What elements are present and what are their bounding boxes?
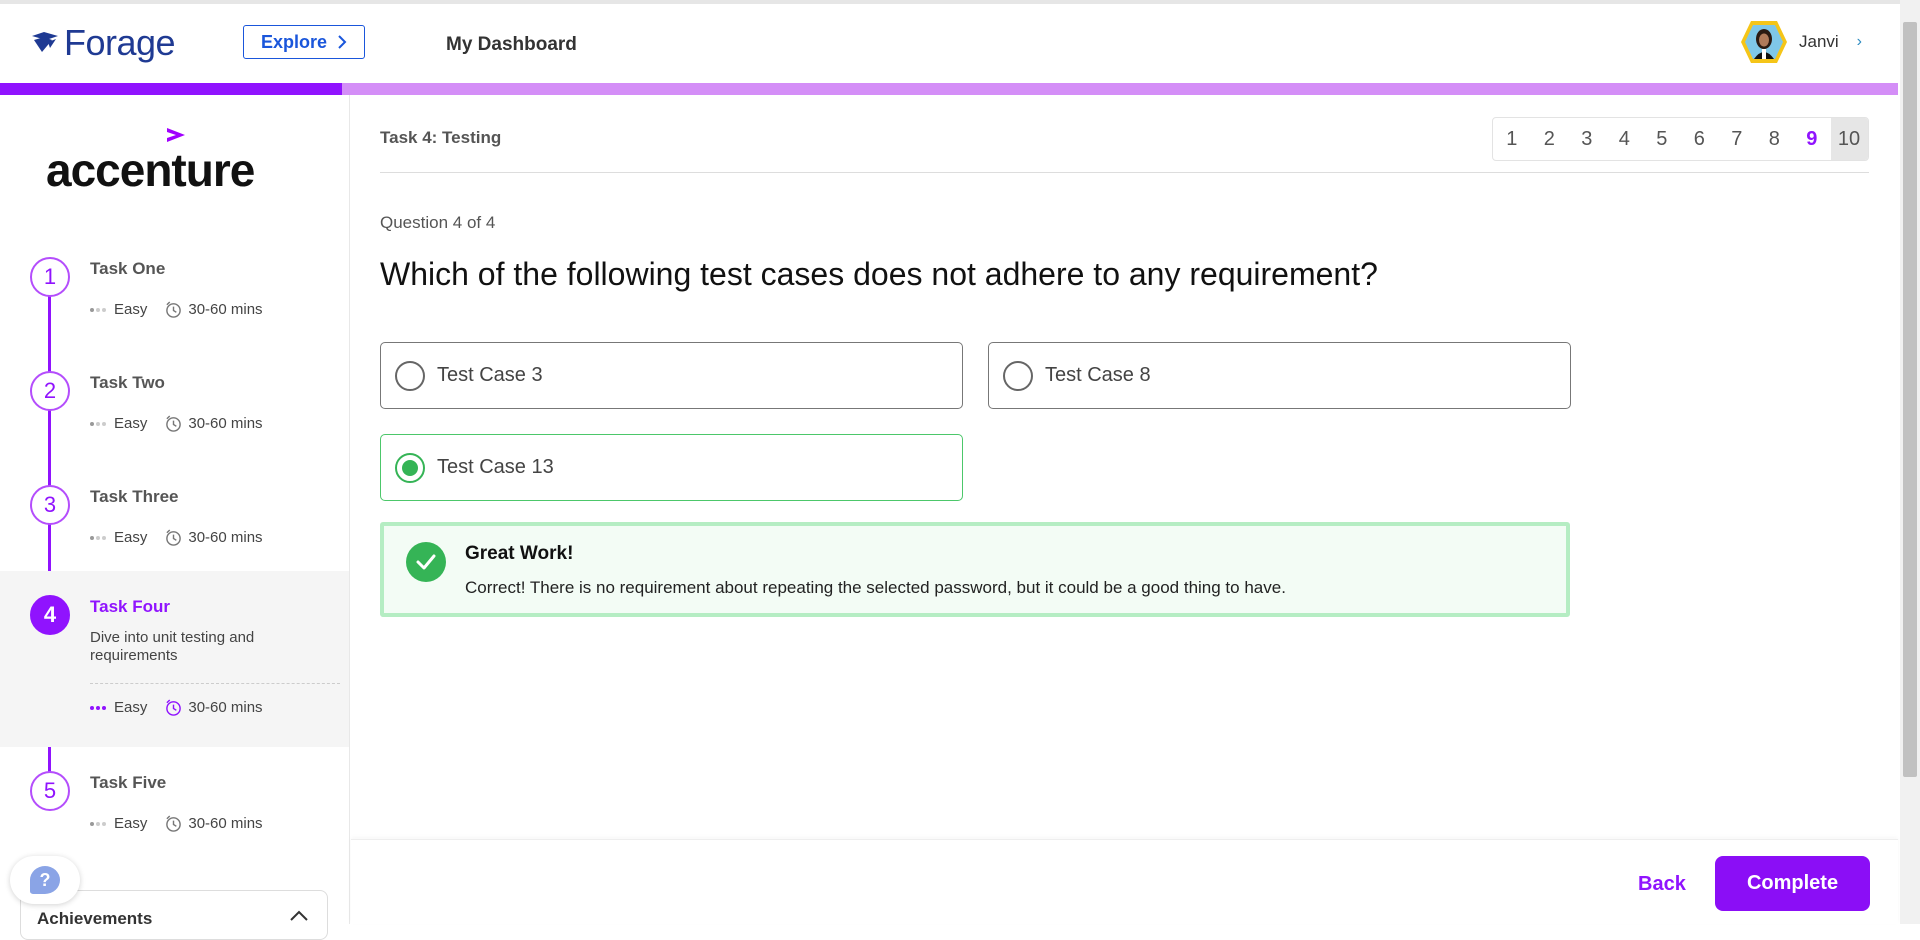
clock-icon [166, 815, 182, 832]
page-5-button[interactable]: 5 [1643, 118, 1681, 160]
task-title: Task Five [90, 773, 167, 792]
difficulty-dots-icon [90, 421, 106, 426]
chevron-up-icon [290, 910, 308, 921]
task-title: Task Four [90, 597, 170, 616]
difficulty-dots-icon [90, 821, 106, 826]
task-duration: 30-60 mins [188, 415, 263, 432]
task-duration: 30-60 mins [188, 301, 263, 318]
radio-dot-icon [402, 459, 418, 476]
task-difficulty: Easy [114, 415, 148, 432]
forage-logo[interactable]: Forage [30, 22, 176, 64]
task-number-badge: 4 [30, 595, 70, 635]
page-7-button[interactable]: 7 [1718, 118, 1756, 160]
chevron-right-icon: › [1856, 33, 1862, 50]
difficulty-dots-icon [90, 307, 106, 312]
feedback-box: Great Work! Correct! There is no require… [380, 522, 1570, 617]
clock-icon [166, 699, 182, 716]
task-difficulty: Easy [114, 529, 148, 546]
question-pager: 1 2 3 4 5 6 7 8 9 10 [1492, 117, 1869, 161]
clock-icon [166, 529, 182, 546]
answer-option-3[interactable]: Test Case 13 [380, 434, 963, 501]
sidebar-task-2[interactable]: 2 Task Two Easy 30-60 mins [0, 359, 349, 469]
sidebar-task-5[interactable]: 5 Task Five Easy 30-60 mins [0, 751, 349, 861]
task-difficulty: Easy [114, 815, 148, 832]
complete-button[interactable]: Complete [1715, 856, 1870, 911]
top-navigation-bar: Forage Explore My Dashboard Janvi › [0, 4, 1898, 83]
page-10-button[interactable]: 10 [1830, 118, 1868, 160]
check-icon [406, 542, 446, 582]
page-3-button[interactable]: 3 [1568, 118, 1606, 160]
question-counter: Question 4 of 4 [380, 213, 496, 232]
task-heading: Task 4: Testing [380, 128, 502, 147]
forage-logo-icon [32, 32, 58, 52]
task-meta: Easy 30-60 mins [90, 699, 263, 716]
task-title: Task Three [90, 487, 179, 506]
explore-button[interactable]: Explore [243, 25, 365, 59]
task-duration: 30-60 mins [188, 529, 263, 546]
task-meta: Easy 30-60 mins [90, 529, 263, 546]
answer-option-label: Test Case 13 [437, 456, 554, 478]
task-number-badge: 2 [30, 371, 70, 411]
chevron-right-icon [338, 35, 347, 49]
achievements-label: Achievements [37, 909, 153, 928]
task-progress-fill [0, 83, 342, 95]
task-meta: Easy 30-60 mins [90, 815, 263, 832]
page-9-button[interactable]: 9 [1793, 118, 1831, 160]
task-duration: 30-60 mins [188, 815, 263, 832]
answer-option-label: Test Case 3 [437, 364, 543, 386]
page-4-button[interactable]: 4 [1606, 118, 1644, 160]
help-button[interactable]: ? [10, 856, 80, 904]
explore-label: Explore [260, 31, 328, 52]
task-description: Dive into unit testing and requirements [90, 629, 255, 664]
radio-button[interactable] [1003, 360, 1033, 391]
task-difficulty: Easy [114, 301, 148, 318]
task-sidebar: accenture 1 Task One Easy 30-60 mins 2 T… [0, 95, 350, 924]
task-meta: Easy 30-60 mins [90, 415, 263, 432]
feedback-title: Great Work! [465, 543, 574, 564]
task-progress-bar [0, 83, 1898, 95]
logo-text: Forage [64, 22, 176, 63]
answer-option-1[interactable]: Test Case 3 [380, 342, 963, 409]
radio-button-selected[interactable] [395, 452, 425, 483]
task-duration: 30-60 mins [188, 699, 263, 716]
task-title: Task One [90, 259, 166, 278]
difficulty-dots-icon [90, 705, 106, 710]
page-2-button[interactable]: 2 [1531, 118, 1569, 160]
page-6-button[interactable]: 6 [1681, 118, 1719, 160]
task-meta: Easy 30-60 mins [90, 301, 263, 318]
clock-icon [166, 415, 182, 432]
question-text: Which of the following test cases does n… [380, 256, 1378, 292]
clock-icon [166, 301, 182, 318]
my-dashboard-link[interactable]: My Dashboard [446, 34, 577, 56]
feedback-text: Correct! There is no requirement about r… [465, 578, 1286, 597]
task-number-badge: 1 [30, 257, 70, 297]
task-number-badge: 5 [30, 771, 70, 811]
back-button[interactable]: Back [1638, 873, 1686, 896]
help-icon: ? [30, 866, 60, 894]
task-title: Task Two [90, 373, 165, 392]
answer-option-label: Test Case 8 [1045, 364, 1151, 386]
scrollbar-thumb[interactable] [1903, 22, 1917, 777]
task-divider [90, 683, 340, 684]
radio-button[interactable] [395, 360, 425, 391]
user-name: Janvi [1798, 32, 1839, 51]
answer-option-2[interactable]: Test Case 8 [988, 342, 1571, 409]
task-difficulty: Easy [114, 699, 148, 716]
page-1-button[interactable]: 1 [1493, 118, 1531, 160]
sidebar-task-3[interactable]: 3 Task Three Easy 30-60 mins [0, 473, 349, 583]
header-divider [380, 172, 1869, 173]
sidebar-task-1[interactable]: 1 Task One Easy 30-60 mins [0, 245, 349, 355]
company-name: accenture [46, 144, 255, 196]
user-menu[interactable]: Janvi › [1739, 19, 1862, 65]
avatar [1740, 21, 1787, 63]
page-8-button[interactable]: 8 [1756, 118, 1794, 160]
sidebar-task-4[interactable]: 4 Task Four Dive into unit testing and r… [0, 571, 349, 747]
task-number-badge: 3 [30, 485, 70, 525]
difficulty-dots-icon [90, 535, 106, 540]
company-logo: accenture [46, 125, 266, 196]
